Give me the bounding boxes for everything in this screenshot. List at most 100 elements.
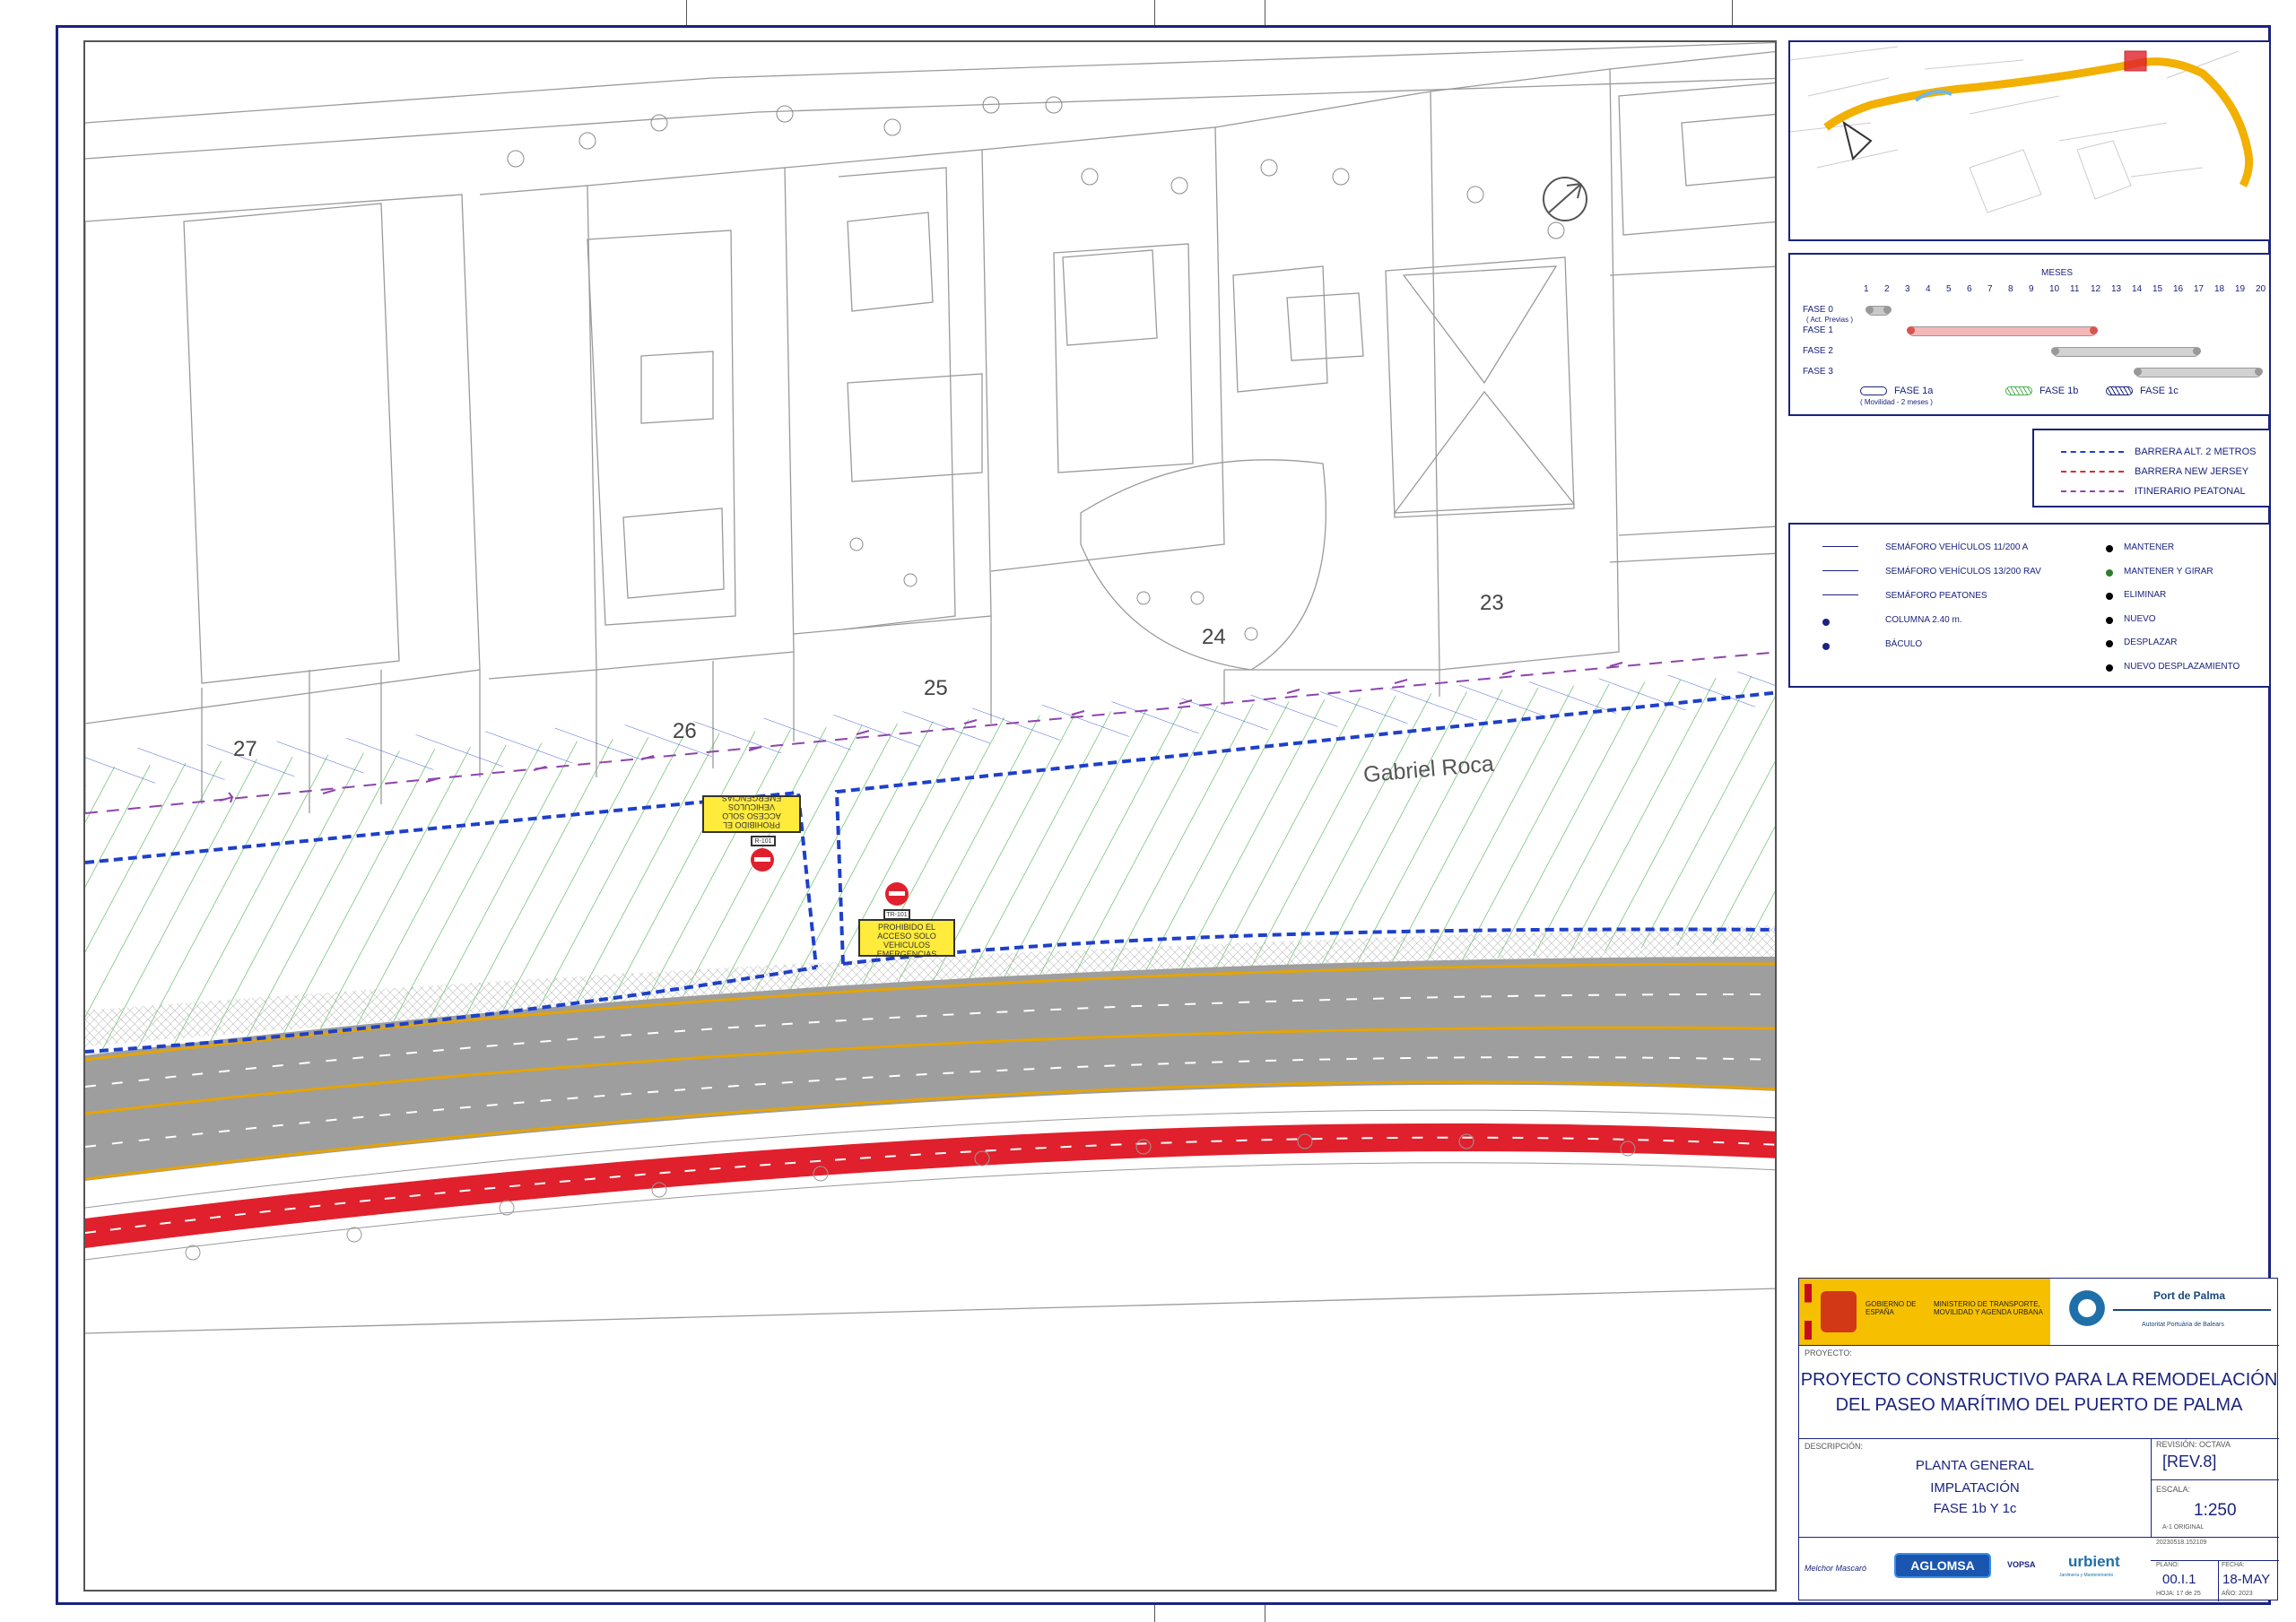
sign-code-1: R-101 [751,836,776,846]
barrier-label-1: BARRERA NEW JERSEY [2135,466,2249,477]
description-line3: FASE 1b Y 1c [1933,1501,2017,1516]
north-arrow [1543,177,1587,221]
hoja-value: HOJA: 17 de 25 [2156,1591,2201,1597]
signal-symbol-1-icon [1822,570,1858,571]
month-8: 8 [2008,284,2013,294]
fecha-caption: FECHA: [2222,1562,2245,1568]
legend-1b: FASE 1b [2005,386,2078,396]
status-label-4: DESPLAZAR [2124,638,2178,647]
month-20: 20 [2256,284,2266,294]
port-emblem-icon [2066,1288,2108,1329]
status-label-0: MANTENER [2124,542,2175,552]
ano-value: AÑO: 2023 [2222,1591,2253,1597]
description-line2: IMPLATACIÓN [1930,1480,2020,1496]
signal-label-1: SEMÁFORO VEHÍCULOS 13/200 RAV [1885,567,2041,577]
month-11: 11 [2070,284,2080,294]
status-dot-5 [2106,664,2113,672]
sign-panel-1-text: PROHIBIDO EL ACCESO SOLO VEHICULOS EMERG… [721,794,782,829]
month-5: 5 [1946,284,1952,294]
lot-24: 24 [1202,625,1226,649]
plano-value: 00.I.1 [2162,1572,2196,1587]
plano-caption: PLANO: [2156,1562,2179,1568]
phase-sub-0: ( Act. Previas ) [1806,316,1854,324]
months-label: MESES [2041,268,2074,278]
coat-of-arms-icon [1821,1291,1857,1332]
status-dot-3 [2106,616,2113,624]
phase-label-3: FASE 3 [1803,367,1833,377]
month-3: 3 [1905,284,1910,294]
port-sub: Autoritat Portuària de Balears [2142,1322,2224,1328]
barrier-line-2 [2061,490,2124,492]
key-map-svg [1789,42,2269,239]
barrier-label-2: ITINERARIO PEATONAL [2135,486,2246,497]
barrier-line-1 [2061,471,2124,473]
phase-schedule: MESES 1 2 3 4 5 6 7 8 9 10 11 12 13 14 15 16 17 18 19 20 FA… [1788,253,2271,416]
gov-name: GOBIERNO DE ESPAÑA [1866,1300,1917,1316]
scale-value: 1:250 [2194,1501,2237,1520]
lot-27: 27 [233,737,257,761]
plan-svg [85,42,1775,1334]
lot-25: 25 [924,676,948,700]
project-title-line1: PROYECTO CONSTRUCTIVO PARA LA REMODELACI… [1800,1370,2278,1390]
signal-symbol-4-icon [1822,643,1830,650]
port-logo: Port de Palma Autoritat Portuària de Bal… [2059,1279,2279,1345]
logo-urbient: urbient [2068,1553,2120,1570]
title-block: GOBIERNO DE ESPAÑA MINISTERIO DE TRANSPO… [1798,1278,2279,1601]
logo-melchor-mascaro: Melchor Mascaró [1805,1564,1867,1573]
signal-label-0: SEMÁFORO VEHÍCULOS 11/200 A [1885,542,2029,552]
ministry-name: MINISTERIO DE TRANSPORTE, MOVILIDAD Y AG… [1934,1300,2043,1316]
lot-23: 23 [1480,591,1504,615]
urbient-sub: Jardinería y Mantenimiento [2059,1573,2114,1578]
signal-symbol-0-icon [1822,546,1858,547]
file-code: 20230518.152109 [2156,1540,2207,1546]
revision-caption: REVISIÓN: OCTAVA [2156,1440,2231,1449]
phase-bar-3 [2134,368,2263,377]
project-title-line2: DEL PASEO MARÍTIMO DEL PUERTO DE PALMA [1835,1395,2243,1415]
revision-value: [REV.8] [2162,1453,2217,1470]
barrier-label-0: BARRERA ALT. 2 METROS [2135,447,2257,457]
key-map [1788,40,2271,241]
signals-legend: SEMÁFORO VEHÍCULOS 11/200 A SEMÁFORO VEHÍ… [1788,523,2271,688]
signal-label-2: SEMÁFORO PEATONES [1885,591,1987,601]
status-label-5: NUEVO DESPLAZAMIENTO [2124,661,2240,672]
month-15: 15 [2152,284,2163,294]
fecha-value: 18-MAY [2222,1572,2271,1587]
spain-flag [1805,1284,1812,1340]
logo-aglomsa: AGLOMSA [1894,1553,1991,1578]
sign-panel-2-text: PROHIBIDO EL ACCESO SOLO VEHICULOS EMERG… [876,923,937,958]
legend-1a: FASE 1a [1860,386,1933,396]
legend-1a-sub: ( Movilidad - 2 meses ) [1860,398,1933,406]
month-17: 17 [2194,284,2205,294]
phase-bar-0 [1866,306,1892,316]
logo-vopsa: VOPSA [2007,1560,2036,1569]
sign-panel-2: PROHIBIDO EL ACCESO SOLO VEHICULOS EMERG… [858,919,955,958]
phase-bar-2 [2051,347,2201,357]
month-18: 18 [2214,284,2225,294]
lot-26: 26 [673,719,697,743]
month-7: 7 [1987,284,1993,294]
month-4: 4 [1926,284,1931,294]
sign-panel-1: PROHIBIDO EL ACCESO SOLO VEHICULOS EMERG… [702,794,801,833]
month-19: 19 [2235,284,2246,294]
barrier-line-0 [2061,451,2124,453]
status-label-3: NUEVO [2124,613,2156,624]
description-caption: DESCRIPCIÓN: [1805,1442,1864,1451]
barriers-legend: BARRERA ALT. 2 METROS BARRERA NEW JERSEY I… [2032,429,2271,507]
phase-label-2: FASE 2 [1803,346,1833,356]
month-10: 10 [2049,284,2060,294]
port-name: Port de Palma [2153,1289,2226,1302]
phase-label-1: FASE 1 [1803,325,1833,335]
no-entry-sign-2 [885,882,909,906]
signal-symbol-3-icon [1822,619,1830,626]
month-16: 16 [2173,284,2184,294]
signal-symbol-2-icon [1822,594,1858,595]
status-label-1: MANTENER Y GIRAR [2124,566,2213,577]
status-dot-1 [2106,568,2113,577]
status-dot-0 [2106,545,2113,552]
plan-drawing: 27 26 25 24 23 Gabriel Roca PROHIBIDO EL… [83,40,1777,1592]
month-2: 2 [1884,284,1890,294]
no-entry-sign-1 [751,848,774,872]
status-label-2: ELIMINAR [2124,590,2167,600]
phase-bar-1 [1907,326,2098,336]
current-sheet-marker [2124,50,2147,72]
